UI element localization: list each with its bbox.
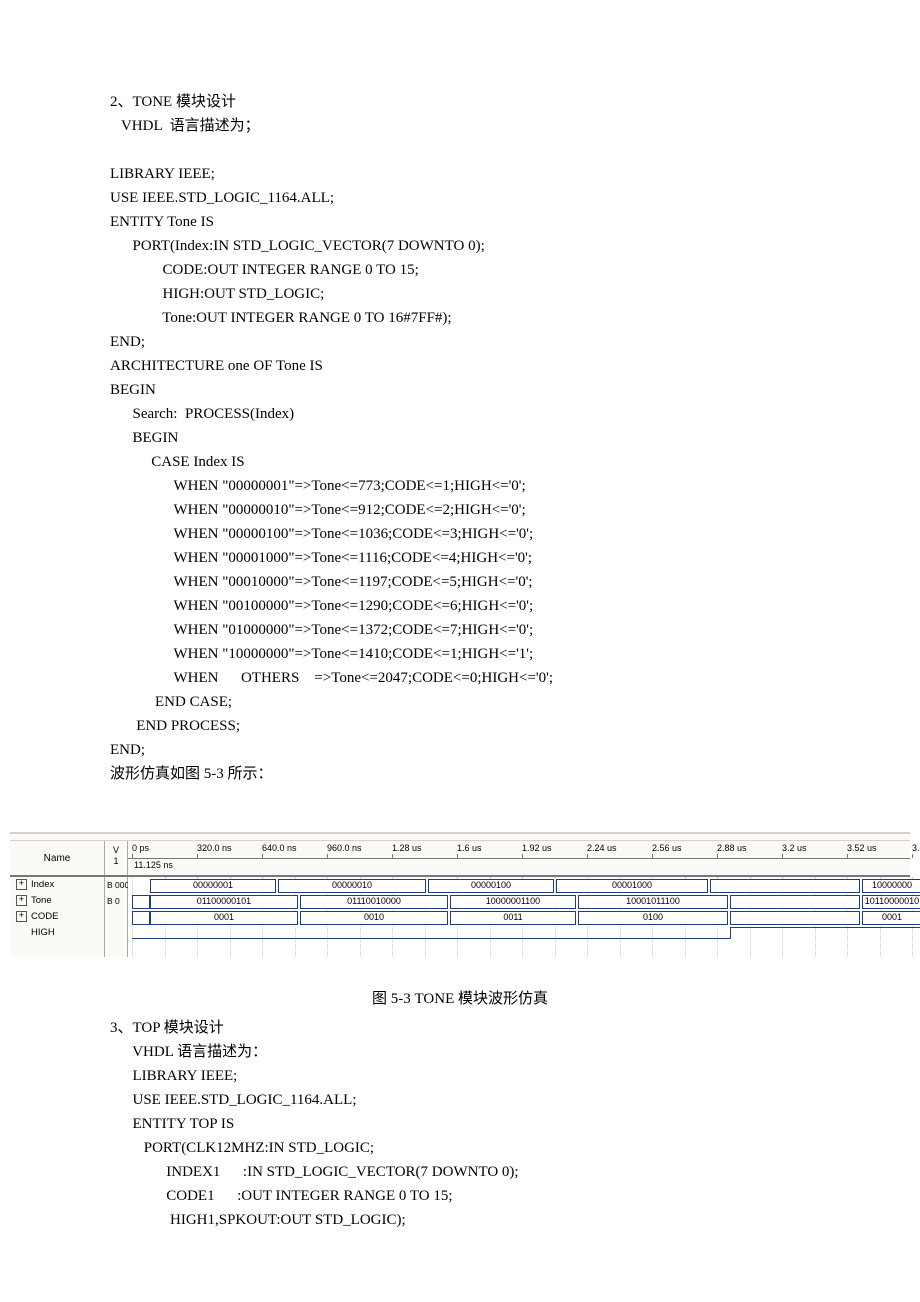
signal-waveform xyxy=(128,925,910,941)
time-tick-label: 2.24 us xyxy=(587,843,617,853)
code-line: WHEN "00010000"=>Tone<=1197;CODE<=5;HIGH… xyxy=(110,570,810,594)
code-line: END PROCESS; xyxy=(110,714,810,738)
signal-waveform: 0110000010101110010000100000011001000101… xyxy=(128,893,910,909)
time-tick-label: 2.88 us xyxy=(717,843,747,853)
time-tick-label: 1.28 us xyxy=(392,843,422,853)
bus-segment xyxy=(730,911,860,925)
code-line: VHDL 语言描述为： xyxy=(110,1040,810,1064)
after-code-text: 波形仿真如图 5-3 所示： xyxy=(110,762,810,786)
code-line: ENTITY TOP IS xyxy=(110,1112,810,1136)
signal-row-value xyxy=(105,925,127,941)
code-line: Search: PROCESS(Index) xyxy=(110,402,810,426)
bus-segment: 01110010000 xyxy=(300,895,448,909)
code-line: WHEN "01000000"=>Tone<=1372;CODE<=7;HIGH… xyxy=(110,618,810,642)
expand-icon[interactable]: + xyxy=(16,895,27,906)
signal-row-name[interactable]: HIGH xyxy=(10,925,104,941)
signal-row-name[interactable]: +CODE xyxy=(10,909,104,925)
time-tick-label: 3.2 us xyxy=(782,843,807,853)
bus-segment: 00000001 xyxy=(150,879,276,893)
code-line: ARCHITECTURE one OF Tone IS xyxy=(110,354,810,378)
signal-waveform: 00010010001101000001 xyxy=(128,909,910,925)
code-line: PORT(Index:IN STD_LOGIC_VECTOR(7 DOWNTO … xyxy=(110,234,810,258)
code-line: LIBRARY IEEE; xyxy=(110,1064,810,1088)
waveform-viewer: Name V 1 0 ps 320.0 ns 640.0 ns 960.0 ns 1.2… xyxy=(10,832,910,957)
code-line: BEGIN xyxy=(110,378,810,402)
code-line: CODE1 :OUT INTEGER RANGE 0 TO 15; xyxy=(110,1184,810,1208)
code-line: END CASE; xyxy=(110,690,810,714)
code-line: ENTITY Tone IS xyxy=(110,210,810,234)
code-line: CODE:OUT INTEGER RANGE 0 TO 15; xyxy=(110,258,810,282)
signal-waveform: 0000000100000010000001000000100010000000 xyxy=(128,877,910,893)
time-tick-label: 3.8 xyxy=(912,843,920,853)
expand-icon[interactable]: + xyxy=(16,911,27,922)
blank xyxy=(110,138,810,162)
signal-row-name[interactable]: +Tone xyxy=(10,893,104,909)
bus-segment xyxy=(710,879,860,893)
section2-heading: 2、TONE 模块设计 xyxy=(110,90,810,114)
code-line: CASE Index IS xyxy=(110,450,810,474)
time-tick-label: 960.0 ns xyxy=(327,843,362,853)
code-line: WHEN "10000000"=>Tone<=1410;CODE<=1;HIGH… xyxy=(110,642,810,666)
code-line: PORT(CLK12MHZ:IN STD_LOGIC; xyxy=(110,1136,810,1160)
bus-segment: 10110000010 xyxy=(862,895,920,909)
time-tick-label: 3.52 us xyxy=(847,843,877,853)
code-line: BEGIN xyxy=(110,426,810,450)
bus-segment: 10000001100 xyxy=(450,895,576,909)
section3-heading: 3、TOP 模块设计 xyxy=(110,1016,810,1040)
bus-segment: 10000000 xyxy=(862,879,920,893)
signal-row-name[interactable]: +Index xyxy=(10,877,104,893)
code-line: HIGH1,SPKOUT:OUT STD_LOGIC); xyxy=(110,1208,810,1232)
time-tick-label: 0 ps xyxy=(132,843,149,853)
code-line: WHEN OTHERS =>Tone<=2047;CODE<=0;HIGH<='… xyxy=(110,666,810,690)
time-tick-label: 1.6 us xyxy=(457,843,482,853)
bus-segment: 0001 xyxy=(150,911,298,925)
bus-segment: 0010 xyxy=(300,911,448,925)
code-line: WHEN "00000100"=>Tone<=1036;CODE<=3;HIGH… xyxy=(110,522,810,546)
code-line: WHEN "00100000"=>Tone<=1290;CODE<=6;HIGH… xyxy=(110,594,810,618)
bus-segment: 10001011100 xyxy=(578,895,728,909)
bus-segment xyxy=(132,895,150,909)
code-line: USE IEEE.STD_LOGIC_1164.ALL; xyxy=(110,1088,810,1112)
cursor-time-label: 11.125 ns xyxy=(134,860,173,870)
waveform-value-header: V 1 xyxy=(105,841,128,875)
bus-segment: 00000100 xyxy=(428,879,554,893)
time-tick-label: 320.0 ns xyxy=(197,843,232,853)
code-line: Tone:OUT INTEGER RANGE 0 TO 16#7FF#); xyxy=(110,306,810,330)
code-line: WHEN "00001000"=>Tone<=1116;CODE<=4;HIGH… xyxy=(110,546,810,570)
code-line: INDEX1 :IN STD_LOGIC_VECTOR(7 DOWNTO 0); xyxy=(110,1160,810,1184)
code-line: WHEN "00000001"=>Tone<=773;CODE<=1;HIGH<… xyxy=(110,474,810,498)
waveform-name-header: Name xyxy=(10,841,105,875)
expand-icon[interactable]: + xyxy=(16,879,27,890)
bus-segment xyxy=(132,911,150,925)
time-ruler: 0 ps 320.0 ns 640.0 ns 960.0 ns 1.28 us 1.6 u… xyxy=(128,841,910,859)
bus-segment: 01100000101 xyxy=(150,895,298,909)
signal-row-value: B 00000001 xyxy=(105,877,127,893)
bus-segment xyxy=(730,895,860,909)
bus-segment: 0100 xyxy=(578,911,728,925)
signal-row-value: B 0 xyxy=(105,893,127,909)
time-tick-label: 2.56 us xyxy=(652,843,682,853)
code-line: WHEN "00000010"=>Tone<=912;CODE<=2;HIGH<… xyxy=(110,498,810,522)
code-line: END; xyxy=(110,330,810,354)
bus-segment: 00001000 xyxy=(556,879,708,893)
code-line: LIBRARY IEEE; xyxy=(110,162,810,186)
bus-segment: 0001 xyxy=(862,911,920,925)
code-line: USE IEEE.STD_LOGIC_1164.ALL; xyxy=(110,186,810,210)
bus-segment: 00000010 xyxy=(278,879,426,893)
signal-row-value xyxy=(105,909,127,925)
bus-segment: 0011 xyxy=(450,911,576,925)
figure-caption: 图 5-3 TONE 模块波形仿真 xyxy=(110,987,810,1008)
time-tick-label: 1.92 us xyxy=(522,843,552,853)
time-tick-label: 640.0 ns xyxy=(262,843,297,853)
section2-subheading: VHDL 语言描述为； xyxy=(110,114,810,138)
code-line: HIGH:OUT STD_LOGIC; xyxy=(110,282,810,306)
code-line: END; xyxy=(110,738,810,762)
